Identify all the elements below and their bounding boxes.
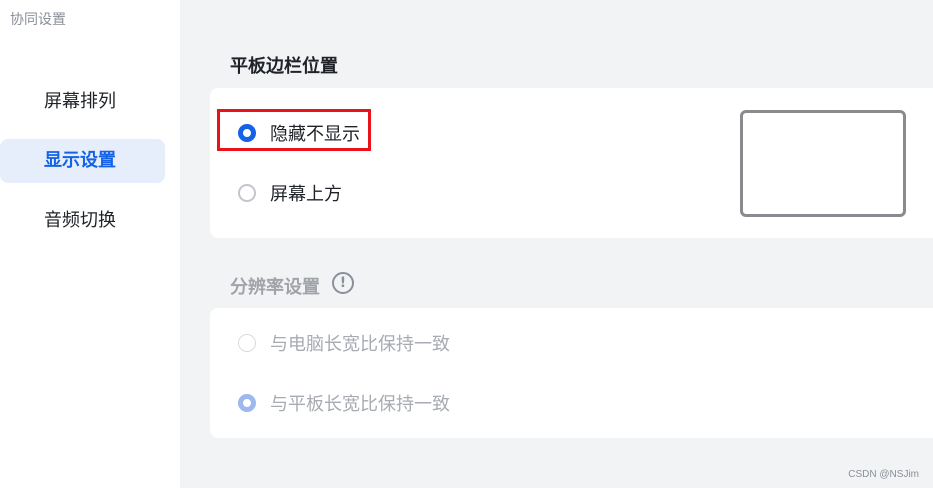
- main-content: 平板边栏位置 隐藏不显示 屏幕上方 分辨率设置 ! 与电脑长宽比保持一致 与平板…: [180, 0, 933, 488]
- option-match-tablet-ratio: 与平板长宽比保持一致: [210, 383, 450, 423]
- sidebar-item-label: 音频切换: [44, 210, 116, 231]
- option-label: 隐藏不显示: [270, 124, 360, 145]
- sidebar: 协同设置 屏幕排列 显示设置 音频切换: [0, 0, 180, 488]
- info-icon[interactable]: !: [332, 272, 354, 294]
- section-title-sidebar-position: 平板边栏位置: [230, 56, 338, 77]
- resolution-card: 与电脑长宽比保持一致 与平板长宽比保持一致: [210, 308, 933, 438]
- section-title-resolution: 分辨率设置: [230, 277, 320, 298]
- watermark: CSDN @NSJim: [848, 469, 919, 480]
- sidebar-item-display-settings[interactable]: 显示设置: [0, 139, 165, 183]
- radio-checked-icon[interactable]: [238, 124, 256, 142]
- tablet-preview: [740, 110, 906, 217]
- sidebar-item-audio-switch[interactable]: 音频切换: [0, 199, 165, 243]
- radio-disabled-checked-icon: [238, 394, 256, 412]
- app-window: 协同设置 屏幕排列 显示设置 音频切换 平板边栏位置 隐藏不显示 屏幕上方 分辨…: [0, 0, 933, 488]
- sidebar-item-label: 显示设置: [44, 150, 116, 171]
- option-label: 与平板长宽比保持一致: [270, 394, 450, 415]
- option-label: 屏幕上方: [270, 184, 342, 205]
- window-title: 协同设置: [10, 12, 66, 28]
- sidebar-item-label: 屏幕排列: [44, 91, 116, 112]
- option-label: 与电脑长宽比保持一致: [270, 334, 450, 355]
- option-screen-top[interactable]: 屏幕上方: [210, 173, 342, 213]
- sidebar-item-screen-arrangement[interactable]: 屏幕排列: [0, 80, 165, 124]
- option-hide[interactable]: 隐藏不显示: [210, 113, 360, 153]
- radio-disabled-unchecked-icon: [238, 334, 256, 352]
- option-match-computer-ratio: 与电脑长宽比保持一致: [210, 323, 450, 363]
- radio-unchecked-icon[interactable]: [238, 184, 256, 202]
